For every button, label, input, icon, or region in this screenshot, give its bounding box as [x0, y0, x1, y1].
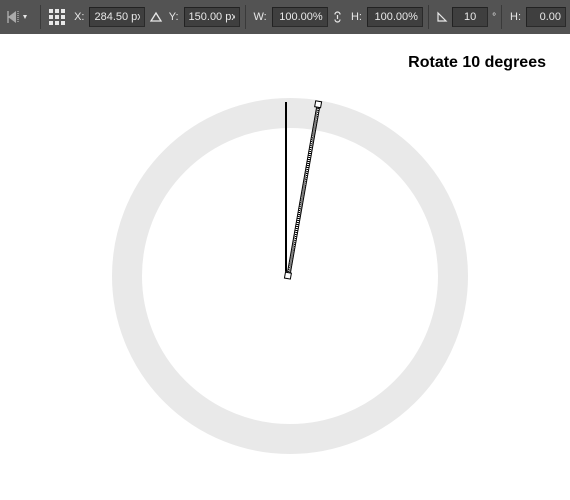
skew-h-input[interactable] [526, 7, 566, 27]
delta-toggle-icon[interactable] [147, 4, 163, 30]
y-label: Y: [166, 11, 182, 23]
h-label: H: [348, 11, 365, 23]
transform-handle[interactable] [284, 272, 292, 280]
separator [40, 5, 41, 29]
canvas-area[interactable] [0, 34, 570, 500]
rotate-icon[interactable] [434, 4, 450, 30]
w-label: W: [250, 11, 269, 23]
anchor-point-grid[interactable] [46, 4, 69, 30]
skew-h-label: H: [507, 11, 524, 23]
x-value-input[interactable] [89, 7, 145, 27]
y-value-input[interactable] [184, 7, 240, 27]
degree-symbol: ° [490, 12, 496, 23]
w-value-input[interactable] [272, 7, 328, 27]
tool-presets-dropdown[interactable] [4, 4, 35, 30]
tick-original [285, 102, 287, 276]
options-toolbar: X: Y: W: H: ° H: [0, 0, 570, 34]
link-icon[interactable] [330, 4, 346, 30]
separator [428, 5, 429, 29]
h-value-input[interactable] [367, 7, 423, 27]
transform-handle[interactable] [314, 100, 322, 108]
separator [501, 5, 502, 29]
angle-value-input[interactable] [452, 7, 488, 27]
x-label: X: [71, 11, 87, 23]
separator [245, 5, 246, 29]
